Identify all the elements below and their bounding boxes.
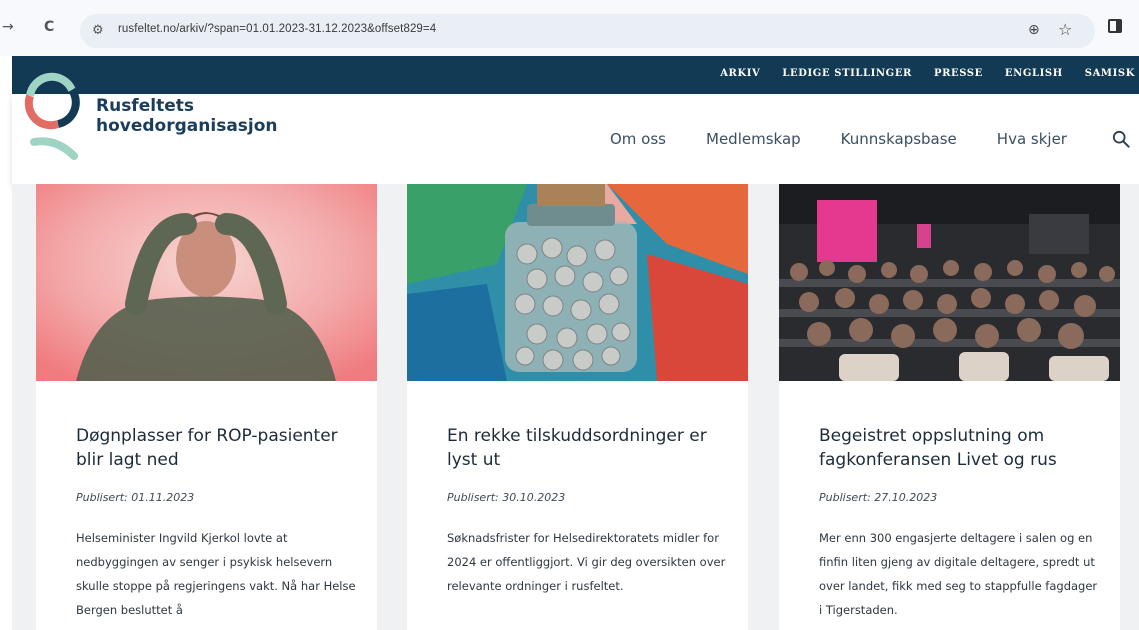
site-name-line1: Rusfeltets xyxy=(96,96,194,116)
utility-link-presse[interactable]: PRESSE xyxy=(934,68,983,79)
side-panel-icon[interactable] xyxy=(1108,19,1122,33)
utility-link-ledige-stillinger[interactable]: LEDIGE STILLINGER xyxy=(782,68,912,79)
article-date: Publisert: 27.10.2023 xyxy=(819,491,938,504)
site-info-icon[interactable]: ⚙ xyxy=(92,23,104,38)
nav-item-kunnskapsbase[interactable]: Kunnskapsbase xyxy=(841,130,957,148)
article-card[interactable]: Døgnplasser for ROP-pasienter blir lagt … xyxy=(36,184,377,630)
article-title[interactable]: Døgnplasser for ROP-pasienter blir lagt … xyxy=(76,424,356,472)
article-image[interactable] xyxy=(779,184,1120,381)
site-header: Rusfeltets hovedorganisasjon Om oss Medl… xyxy=(12,94,1139,184)
browser-toolbar: → C ⚙ rusfeltet.no/arkiv/?span=01.01.202… xyxy=(0,0,1139,56)
address-bar[interactable]: ⚙ rusfeltet.no/arkiv/?span=01.01.2023-31… xyxy=(80,14,1095,48)
utility-link-english[interactable]: ENGLISH xyxy=(1005,68,1063,79)
back-icon[interactable]: → xyxy=(2,19,14,35)
reload-icon[interactable]: C xyxy=(44,19,54,35)
utility-link-samisk[interactable]: SAMISK xyxy=(1085,68,1135,79)
nav-item-hva-skjer[interactable]: Hva skjer xyxy=(997,130,1067,148)
site-name[interactable]: Rusfeltets hovedorganisasjon xyxy=(96,96,278,136)
nav-item-om-oss[interactable]: Om oss xyxy=(610,130,666,148)
article-image[interactable] xyxy=(407,184,748,381)
article-title[interactable]: En rekke tilskuddsordninger er lyst ut xyxy=(447,424,727,472)
utility-links: ARKIV LEDIGE STILLINGER PRESSE ENGLISH S… xyxy=(720,68,1135,79)
utility-nav: ARKIV LEDIGE STILLINGER PRESSE ENGLISH S… xyxy=(12,56,1139,94)
main-nav: Om oss Medlemskap Kunnskapsbase Hva skje… xyxy=(610,130,1067,148)
article-excerpt: Søknadsfrister for Helsedirektoratets mi… xyxy=(447,531,726,593)
article-image[interactable] xyxy=(36,184,377,381)
nav-item-medlemskap[interactable]: Medlemskap xyxy=(706,130,801,148)
site-logo[interactable] xyxy=(18,68,82,164)
article-excerpt: Mer enn 300 engasjerte deltagere i salen… xyxy=(819,531,1098,617)
zoom-icon[interactable]: ⊕ xyxy=(1028,22,1040,38)
article-date: Publisert: 01.11.2023 xyxy=(76,491,195,504)
article-card[interactable]: Begeistret oppslutning om fagkonferansen… xyxy=(779,184,1120,630)
article-card[interactable]: En rekke tilskuddsordninger er lyst ut P… xyxy=(407,184,748,630)
utility-link-arkiv[interactable]: ARKIV xyxy=(720,68,760,79)
search-icon[interactable] xyxy=(1112,130,1130,148)
article-title[interactable]: Begeistret oppslutning om fagkonferansen… xyxy=(819,424,1099,472)
article-date: Publisert: 30.10.2023 xyxy=(447,491,566,504)
star-icon[interactable]: ☆ xyxy=(1058,20,1072,39)
url-text[interactable]: rusfeltet.no/arkiv/?span=01.01.2023-31.1… xyxy=(118,23,436,35)
article-excerpt: Helseminister Ingvild Kjerkol lovte at n… xyxy=(76,531,356,617)
site-name-line2: hovedorganisasjon xyxy=(96,116,278,136)
